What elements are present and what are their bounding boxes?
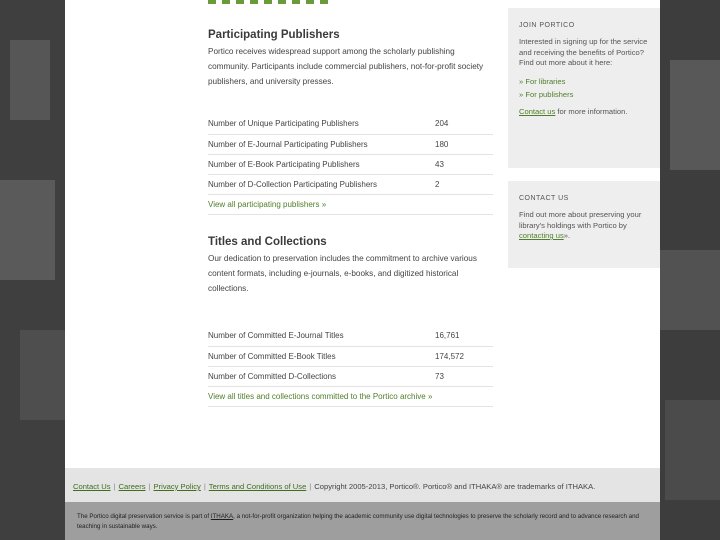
row-value: 174,572	[431, 346, 493, 367]
join-contact-post: for more information.	[555, 106, 628, 116]
background-tile	[10, 40, 50, 120]
join-contact-text: Contact us for more information.	[519, 107, 650, 118]
background-tile	[665, 400, 720, 500]
row-value: 73	[431, 366, 493, 387]
footer-separator: |	[148, 482, 151, 491]
for-publishers-link[interactable]: » For publishers	[519, 90, 650, 101]
row-value: 204	[431, 114, 493, 135]
footer-ithaka-notice: The Portico digital preservation service…	[65, 502, 660, 540]
background-tile	[0, 180, 55, 280]
footer-copyright: Copyright 2005-2013, Portico®. Portico® …	[314, 482, 596, 491]
publishers-table: Number of Unique Participating Publisher…	[208, 114, 493, 195]
row-value: 16,761	[431, 326, 493, 347]
titles-heading: Titles and Collections	[208, 236, 327, 248]
background-tile	[670, 60, 720, 170]
ithaka-link[interactable]: ITHAKA	[211, 513, 233, 520]
footer-separator: |	[203, 482, 206, 491]
row-label: Number of E-Journal Participating Publis…	[208, 134, 431, 155]
ithaka-notice-pre: The Portico digital preservation service…	[77, 513, 211, 520]
row-label: Number of Committed D-Collections	[208, 366, 431, 387]
row-label: Number of Committed E-Book Titles	[208, 346, 431, 367]
publishers-heading: Participating Publishers	[208, 29, 340, 41]
for-libraries-link[interactable]: » For libraries	[519, 77, 650, 88]
table-row: Number of Committed E-Book Titles 174,572	[208, 346, 493, 367]
table-row: Number of D-Collection Participating Pub…	[208, 174, 493, 195]
table-row: Number of Committed E-Journal Titles 16,7…	[208, 326, 493, 347]
titles-intro: Our dedication to preservation includes …	[208, 254, 477, 293]
join-portico-box: JOIN PORTICO Interested in signing up fo…	[508, 8, 660, 168]
footer-contact-link[interactable]: Contact Us	[73, 482, 111, 491]
footer-privacy-link[interactable]: Privacy Policy	[154, 482, 201, 491]
contacting-us-link[interactable]: contacting us	[519, 231, 564, 240]
contact-us-link[interactable]: Contact us	[519, 107, 555, 116]
background-tile	[20, 330, 65, 420]
table-row: Number of E-Journal Participating Publis…	[208, 134, 493, 155]
join-heading: JOIN PORTICO	[519, 22, 575, 29]
view-titles-link[interactable]: View all titles and collections committe…	[208, 387, 493, 407]
contact-text-body: Find out more about preserving your libr…	[519, 210, 642, 230]
table-row: Number of E-Book Participating Publisher…	[208, 154, 493, 175]
footer-bar: Contact Us | Careers | Privacy Policy | Terms …	[65, 468, 660, 502]
titles-section: Titles and Collections Our dedication to…	[208, 236, 493, 407]
contact-text-post: ».	[563, 231, 571, 240]
row-label: Number of Committed E-Journal Titles	[208, 326, 431, 347]
publishers-intro: Portico receives widespread support amon…	[208, 47, 484, 86]
row-value: 180	[431, 134, 493, 155]
row-value: 2	[431, 174, 493, 195]
footer-terms-link[interactable]: Terms and Conditions of Use	[209, 482, 307, 491]
table-row: Number of Unique Participating Publisher…	[208, 114, 493, 135]
view-publishers-link[interactable]: View all participating publishers »	[208, 195, 493, 215]
footer-separator: |	[113, 482, 116, 491]
row-value: 43	[431, 154, 493, 175]
page-container: Participating Publishers Portico receive…	[65, 0, 660, 540]
table-row: Number of Committed D-Collections 73	[208, 366, 493, 387]
contact-text: Find out more about preserving your libr…	[519, 210, 650, 242]
footer-careers-link[interactable]: Careers	[119, 482, 146, 491]
footer-separator: |	[309, 482, 312, 491]
background-tile	[660, 250, 720, 330]
publishers-section: Participating Publishers Portico receive…	[208, 29, 493, 215]
decorative-dots	[208, 0, 328, 4]
join-text: Interested in signing up for the service…	[519, 37, 648, 67]
row-label: Number of Unique Participating Publisher…	[208, 114, 431, 135]
contact-us-box: CONTACT US Find out more about preservin…	[508, 181, 660, 268]
row-label: Number of D-Collection Participating Pub…	[208, 174, 431, 195]
row-label: Number of E-Book Participating Publisher…	[208, 154, 431, 175]
titles-table: Number of Committed E-Journal Titles 16,7…	[208, 326, 493, 387]
contact-heading: CONTACT US	[519, 195, 569, 202]
